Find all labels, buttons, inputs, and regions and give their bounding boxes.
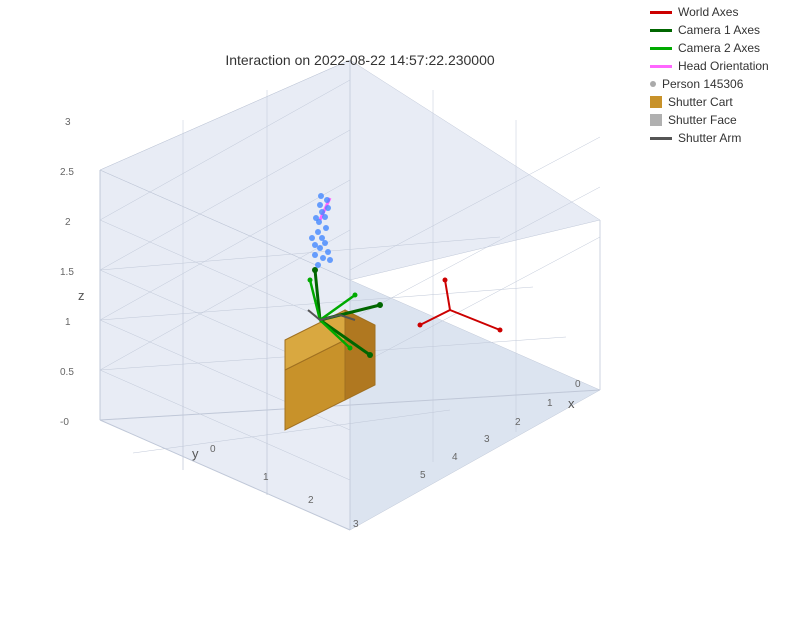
person-icon — [650, 81, 656, 87]
legend-label-camera1-axes: Camera 1 Axes — [678, 23, 760, 37]
svg-text:2: 2 — [308, 495, 314, 506]
svg-text:z: z — [78, 288, 85, 303]
3d-scene-svg: z -0 0.5 1 1.5 2 2.5 3 y 0 1 2 3 x 0 1 2… — [0, 0, 650, 625]
legend-item-world-axes: World Axes — [650, 5, 785, 19]
svg-text:1: 1 — [65, 317, 71, 328]
svg-text:3: 3 — [65, 117, 71, 128]
svg-text:1: 1 — [263, 472, 269, 483]
legend-item-head-orientation: Head Orientation — [650, 59, 785, 73]
svg-text:1: 1 — [547, 398, 553, 409]
svg-text:1.5: 1.5 — [60, 267, 74, 278]
svg-text:4: 4 — [452, 452, 458, 463]
svg-text:0: 0 — [210, 444, 216, 455]
camera2-axes-icon — [650, 47, 672, 50]
legend-item-person: Person 145306 — [650, 77, 785, 91]
svg-text:-0: -0 — [60, 417, 69, 428]
legend-label-shutter-arm: Shutter Arm — [678, 131, 741, 145]
legend-item-shutter-arm: Shutter Arm — [650, 131, 785, 145]
shutter-cart-icon — [650, 96, 662, 108]
legend-item-camera1-axes: Camera 1 Axes — [650, 23, 785, 37]
legend-label-shutter-face: Shutter Face — [668, 113, 737, 127]
camera1-axes-icon — [650, 29, 672, 32]
legend-label-head-orientation: Head Orientation — [678, 59, 769, 73]
shutter-face-icon — [650, 114, 662, 126]
legend: World Axes Camera 1 Axes Camera 2 Axes H… — [645, 0, 790, 154]
svg-text:x: x — [568, 396, 575, 411]
main-container: z -0 0.5 1 1.5 2 2.5 3 y 0 1 2 3 x 0 1 2… — [0, 0, 800, 625]
shutter-arm-icon — [650, 137, 672, 140]
svg-text:2.5: 2.5 — [60, 167, 74, 178]
legend-label-shutter-cart: Shutter Cart — [668, 95, 733, 109]
svg-text:2: 2 — [65, 217, 71, 228]
svg-text:3: 3 — [353, 519, 359, 530]
chart-title: Interaction on 2022-08-22 14:57:22.23000… — [80, 52, 640, 68]
legend-label-world-axes: World Axes — [678, 5, 738, 19]
legend-label-person: Person 145306 — [662, 77, 743, 91]
svg-text:3: 3 — [484, 434, 490, 445]
svg-text:0.5: 0.5 — [60, 367, 74, 378]
svg-text:y: y — [192, 446, 199, 461]
world-axes-icon — [650, 11, 672, 14]
legend-item-shutter-cart: Shutter Cart — [650, 95, 785, 109]
svg-text:2: 2 — [515, 417, 521, 428]
svg-text:0: 0 — [575, 379, 581, 390]
legend-item-shutter-face: Shutter Face — [650, 113, 785, 127]
legend-item-camera2-axes: Camera 2 Axes — [650, 41, 785, 55]
legend-label-camera2-axes: Camera 2 Axes — [678, 41, 760, 55]
svg-text:5: 5 — [420, 470, 426, 481]
head-orientation-icon — [650, 65, 672, 68]
